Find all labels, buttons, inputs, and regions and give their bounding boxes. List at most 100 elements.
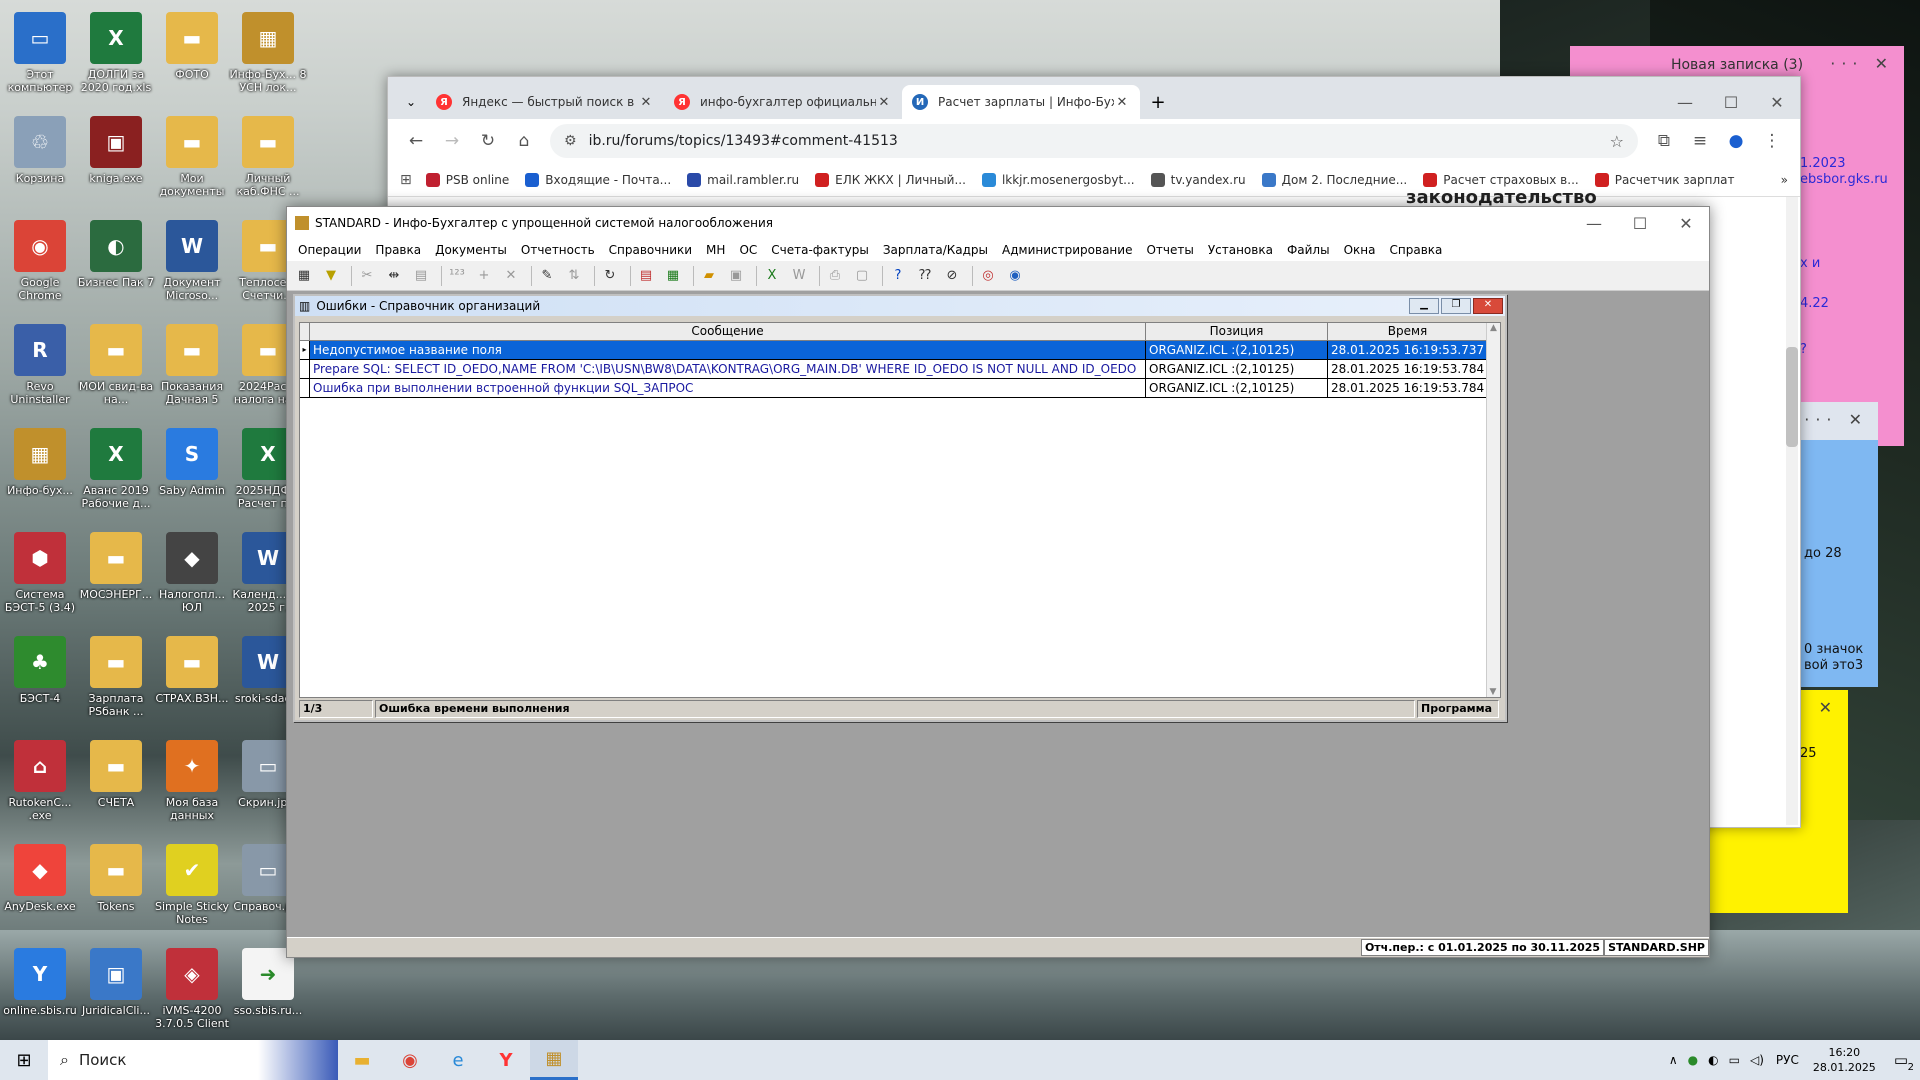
cell-message[interactable]: Недопустимое название поля xyxy=(310,341,1146,359)
delete-icon[interactable]: ✕ xyxy=(500,265,522,287)
menu-item[interactable]: Правка xyxy=(368,243,428,257)
desktop-icon[interactable]: ♲ Корзина xyxy=(0,108,80,208)
scroll-up-icon[interactable]: ▲ xyxy=(1487,323,1500,333)
page-scrollbar[interactable] xyxy=(1786,197,1798,825)
file-explorer-icon[interactable]: ▬ xyxy=(338,1040,386,1080)
home-icon[interactable]: ⌂ xyxy=(506,131,542,151)
desktop-icon[interactable]: ▦ Инфо-Бух... 8 УСН лок... xyxy=(228,4,308,104)
bookmark-item[interactable]: tv.yandex.ru xyxy=(1150,172,1246,187)
table-row[interactable]: ▸ Недопустимое название поля ORGANIZ.ICL… xyxy=(300,341,1500,360)
desktop-icon[interactable]: ▬ Личный каб.ФНС ... xyxy=(228,108,308,208)
yandex-taskbar-icon[interactable]: Y xyxy=(482,1040,530,1080)
cell-position[interactable]: ORGANIZ.ICL :(2,10125) xyxy=(1146,360,1328,378)
compass-icon[interactable]: ⊘ xyxy=(941,265,963,287)
browser-tab[interactable]: Я инфо-бухгалтер официальный... ✕ xyxy=(664,85,902,119)
menu-item[interactable]: Отчеты xyxy=(1139,243,1200,257)
tray-chevron-icon[interactable]: ∧ xyxy=(1669,1053,1678,1067)
desktop-icon[interactable]: ▬ Зарплата PSбанк ... xyxy=(76,628,156,728)
sticky-menu-close-icons[interactable]: ··· ✕ xyxy=(1804,410,1868,429)
print-icon[interactable]: ⎙ xyxy=(824,265,846,287)
search-box[interactable]: ⌕ Поиск xyxy=(48,1040,338,1080)
paste-icon[interactable]: ▤ xyxy=(410,265,432,287)
menu-item[interactable]: Справка xyxy=(1383,243,1450,257)
volume-icon[interactable]: ◁) xyxy=(1750,1053,1764,1067)
bookmark-item[interactable]: Расчет страховых в... xyxy=(1423,172,1579,187)
infobuh-taskbar-icon[interactable]: ▦ xyxy=(530,1040,578,1080)
desktop-icon[interactable]: ♣ БЭСТ-4 xyxy=(0,628,80,728)
menu-item[interactable]: Отчетность xyxy=(514,243,602,257)
table-row[interactable]: Prepare SQL: SELECT ID_OEDO,NAME FROM 'C… xyxy=(300,360,1500,379)
mdi-close-icon[interactable]: ✕ xyxy=(1473,298,1503,314)
menu-item[interactable]: Администрирование xyxy=(995,243,1139,257)
sticky-menu-close-icons[interactable]: ··· ✕ xyxy=(1830,54,1894,73)
url-input[interactable]: ⚙ ib.ru/forums/topics/13493#comment-4151… xyxy=(550,124,1638,158)
desktop-icon[interactable]: ▬ Показания Дачная 5 xyxy=(152,316,232,416)
minimize-icon[interactable]: — xyxy=(1571,214,1617,233)
desktop-icon[interactable]: ▬ Мои документы xyxy=(152,108,232,208)
col-header-message[interactable]: Сообщение xyxy=(310,323,1146,340)
help-icon[interactable]: ? xyxy=(887,265,909,287)
desktop-icon[interactable]: ▣ kniga.exe xyxy=(76,108,156,208)
add-icon[interactable]: + xyxy=(473,265,495,287)
maximize-icon[interactable]: ☐ xyxy=(1708,93,1754,112)
desktop-icon[interactable]: ◉ Google Chrome xyxy=(0,212,80,312)
tray-app-icon[interactable]: ◐ xyxy=(1708,1053,1718,1067)
cell-message[interactable]: Prepare SQL: SELECT ID_OEDO,NAME FROM 'C… xyxy=(310,360,1146,378)
cell-position[interactable]: ORGANIZ.ICL :(2,10125) xyxy=(1146,341,1328,359)
errors-grid[interactable]: Сообщение Позиция Время ▸ Недопустимое н… xyxy=(299,322,1501,698)
errors-window-titlebar[interactable]: ▥ Ошибки - Справочник организаций ▁ ❐ ✕ xyxy=(295,296,1505,316)
table-icon[interactable]: ▦ xyxy=(293,265,315,287)
desktop-icon[interactable]: Yonline.sbis.ru xyxy=(0,940,80,1040)
desktop-icon[interactable]: ▣ JuridicalCli... xyxy=(76,940,156,1040)
menu-item[interactable]: МН xyxy=(699,243,732,257)
cell-time[interactable]: 28.01.2025 16:19:53.737 xyxy=(1328,341,1488,359)
new-tab-icon[interactable]: + xyxy=(1140,85,1176,119)
tab-close-icon[interactable]: ✕ xyxy=(1114,95,1130,110)
bookmark-item[interactable]: PSB online xyxy=(425,172,509,187)
preview-icon[interactable]: ▢ xyxy=(851,265,873,287)
reload-icon[interactable]: ↻ xyxy=(470,131,506,151)
bookmark-item[interactable]: Расчетчик зарплат xyxy=(1594,172,1735,187)
bookmark-item[interactable]: lkkjr.mosenergosbyt... xyxy=(981,172,1135,187)
bookmark-item[interactable]: Дом 2. Последние... xyxy=(1261,172,1407,187)
desktop-icon[interactable]: ◆ Налогопл... ЮЛ xyxy=(152,524,232,624)
desktop-icon[interactable]: ▦ Инфо-бух... xyxy=(0,420,80,520)
column-width-icon[interactable]: ⇹ xyxy=(383,265,405,287)
lifebuoy-icon[interactable]: ◎ xyxy=(977,265,999,287)
desktop-icon[interactable]: ◆ AnyDesk.exe xyxy=(0,836,80,936)
cut-icon[interactable]: ✂ xyxy=(356,265,378,287)
excel-icon[interactable]: X xyxy=(761,265,783,287)
windows-start-icon[interactable]: ⊞ xyxy=(0,1040,48,1080)
open-folder-icon[interactable]: ▰ xyxy=(698,265,720,287)
app-titlebar[interactable]: STANDARD - Инфо-Бухгалтер с упрощенной с… xyxy=(287,207,1709,239)
ie-taskbar-icon[interactable]: e xyxy=(434,1040,482,1080)
report-icon[interactable]: ▤ xyxy=(635,265,657,287)
word-icon[interactable]: W xyxy=(788,265,810,287)
table-row[interactable]: Ошибка при выполнении встроенной функции… xyxy=(300,379,1500,398)
desktop-icon[interactable]: ▬ МОСЭНЕРГ... xyxy=(76,524,156,624)
desktop-icon[interactable]: ✦ Моя база данных xyxy=(152,732,232,832)
sticky-close-icon[interactable]: ✕ xyxy=(1819,698,1838,717)
notification-icon[interactable]: ▭ 2 xyxy=(1894,1051,1914,1073)
minimize-icon[interactable]: — xyxy=(1662,93,1708,112)
desktop-icon[interactable]: X ДОЛГИ за 2020 год.xls xyxy=(76,4,156,104)
scroll-down-icon[interactable]: ▼ xyxy=(1487,687,1499,697)
browser-tab[interactable]: Я Яндекс — быстрый поиск в ин... ✕ xyxy=(426,85,664,119)
menu-item[interactable]: Установка xyxy=(1201,243,1280,257)
filter-icon[interactable]: ▼ xyxy=(320,265,342,287)
desktop-icon[interactable]: ▬ СЧЕТА xyxy=(76,732,156,832)
menu-item[interactable]: Справочники xyxy=(602,243,699,257)
desktop-icon[interactable]: ⬢ Система БЭСТ-5 (3.4) xyxy=(0,524,80,624)
bookmark-item[interactable]: ЕЛК ЖКХ | Личный... xyxy=(815,172,966,187)
mdi-restore-icon[interactable]: ❐ xyxy=(1441,298,1471,314)
apps-grid-icon[interactable]: ⊞ xyxy=(400,172,412,188)
infobuh-window[interactable]: STANDARD - Инфо-Бухгалтер с упрощенной с… xyxy=(286,206,1710,958)
desktop-icon[interactable]: ▭ Этот компьютер xyxy=(0,4,80,104)
desktop-icon[interactable]: R Revo Uninstaller xyxy=(0,316,80,416)
clock[interactable]: 16:20 28.01.2025 xyxy=(1813,1045,1876,1075)
close-icon[interactable]: ✕ xyxy=(1754,93,1800,112)
site-info-icon[interactable]: ⚙ xyxy=(564,133,577,149)
close-icon[interactable]: ✕ xyxy=(1663,214,1709,233)
desktop-icon[interactable]: ✔ Simple Sticky Notes xyxy=(152,836,232,936)
menu-item[interactable]: Счета-фактуры xyxy=(764,243,876,257)
